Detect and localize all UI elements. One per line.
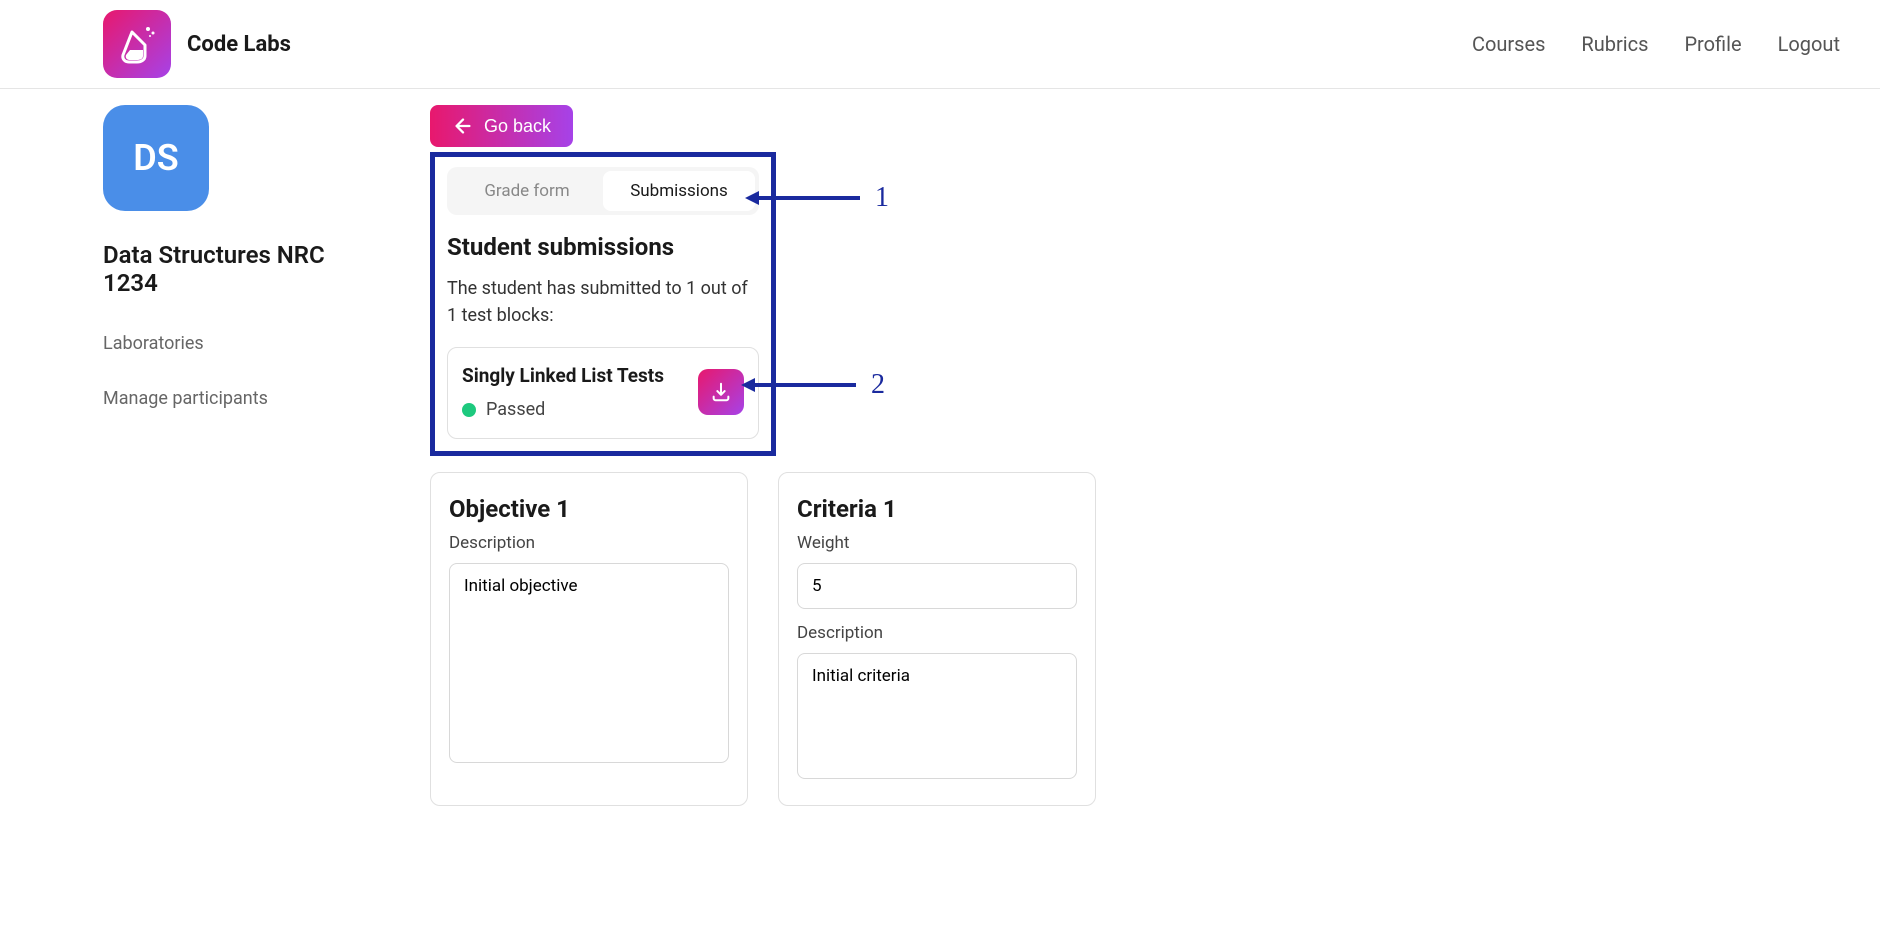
test-block-status: Passed xyxy=(462,399,664,420)
top-header: Code Labs Courses Rubrics Profile Logout xyxy=(0,0,1880,89)
download-button[interactable] xyxy=(698,369,744,415)
nav-courses[interactable]: Courses xyxy=(1472,32,1545,56)
tab-grade-form[interactable]: Grade form xyxy=(451,171,603,211)
tabs: Grade form Submissions xyxy=(447,167,759,215)
criteria-weight-label: Weight xyxy=(797,533,1077,553)
criteria-description-input[interactable] xyxy=(797,653,1077,779)
annotation-number-1: 1 xyxy=(875,182,889,214)
course-initials: DS xyxy=(133,137,178,179)
nav-rubrics[interactable]: Rubrics xyxy=(1581,32,1648,56)
course-icon: DS xyxy=(103,105,209,211)
main-content: Go back Grade form Submissions Student s… xyxy=(380,89,1840,806)
nav-links: Courses Rubrics Profile Logout xyxy=(1472,32,1840,56)
go-back-label: Go back xyxy=(484,116,551,137)
app-logo-icon xyxy=(103,10,171,78)
test-block-status-text: Passed xyxy=(486,399,545,420)
test-block-info: Singly Linked List Tests Passed xyxy=(462,364,664,420)
sidebar-link-laboratories[interactable]: Laboratories xyxy=(103,333,380,354)
logo-section: Code Labs xyxy=(103,10,291,78)
submissions-panel: Grade form Submissions Student submissio… xyxy=(430,152,776,456)
sidebar: DS Data Structures NRC 1234 Laboratories… xyxy=(40,89,380,806)
arrow-annotation-icon xyxy=(741,373,861,397)
objective-title: Objective 1 xyxy=(449,495,729,523)
tab-submissions[interactable]: Submissions xyxy=(603,171,755,211)
annotation-2: 2 xyxy=(741,369,885,401)
objective-description-label: Description xyxy=(449,533,729,553)
arrow-left-icon xyxy=(452,115,474,137)
criteria-card: Criteria 1 Weight Description xyxy=(778,472,1096,806)
download-icon xyxy=(710,381,732,403)
sidebar-link-manage-participants[interactable]: Manage participants xyxy=(103,388,380,409)
nav-profile[interactable]: Profile xyxy=(1684,32,1741,56)
criteria-title: Criteria 1 xyxy=(797,495,1077,523)
status-dot-icon xyxy=(462,403,476,417)
arrow-annotation-icon xyxy=(745,186,865,210)
test-block-title: Singly Linked List Tests xyxy=(462,364,664,387)
objective-card: Objective 1 Description xyxy=(430,472,748,806)
annotation-number-2: 2 xyxy=(871,369,885,401)
test-block: Singly Linked List Tests Passed xyxy=(447,347,759,439)
annotation-1: 1 xyxy=(745,182,889,214)
submissions-description: The student has submitted to 1 out of 1 … xyxy=(447,275,759,329)
course-title: Data Structures NRC 1234 xyxy=(103,241,380,297)
objective-description-input[interactable] xyxy=(449,563,729,763)
nav-logout[interactable]: Logout xyxy=(1778,32,1840,56)
cards-row: Objective 1 Description Criteria 1 Weigh… xyxy=(430,472,1790,806)
criteria-weight-input[interactable] xyxy=(797,563,1077,609)
go-back-button[interactable]: Go back xyxy=(430,105,573,147)
submissions-title: Student submissions xyxy=(447,233,759,261)
criteria-description-label: Description xyxy=(797,623,1077,643)
app-name: Code Labs xyxy=(187,32,291,57)
